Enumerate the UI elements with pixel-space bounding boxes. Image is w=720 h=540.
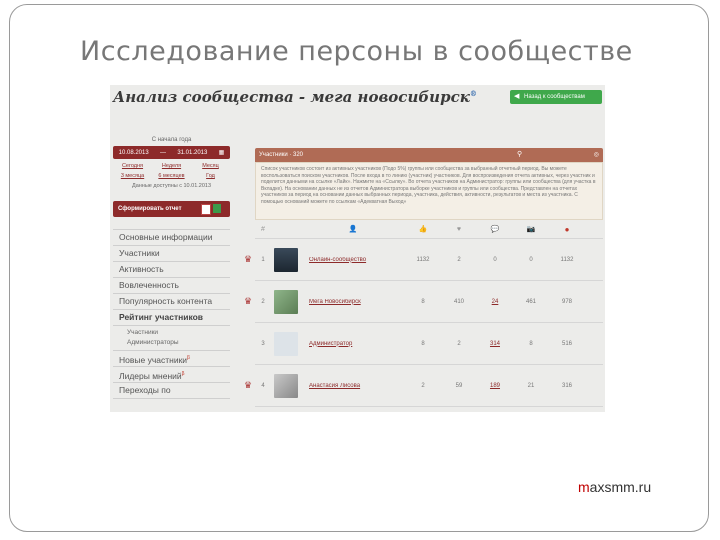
table-row[interactable]: ♛ 4 Анастасия Лисова 2 59 189 21 316 [244,365,603,407]
sidebar-item-new-members[interactable]: Новые участникиβ [113,351,230,367]
calendar-icon[interactable]: ▦ [219,149,225,156]
col-photos-icon[interactable]: 📷 [513,225,549,233]
members-tab-bar: Участники · 320 ⚲ ◎ [255,148,603,162]
value-cell: 2 [421,382,425,389]
value-cell: 1132 [560,256,574,263]
value-cell: 316 [561,382,572,389]
period-link[interactable]: 3 месяца [113,171,152,181]
table-row[interactable]: ♛ 2 Мега Новосибирск 8 410 24 461 978 [244,281,603,323]
period-link[interactable]: 6 месяцев [152,171,191,181]
sidebar-item-members[interactable]: Участники [113,246,230,262]
col-user-icon[interactable]: 👤 [301,225,405,233]
row-rank: 4 [261,382,265,389]
col-comments-icon[interactable]: 💬 [477,225,513,233]
submenu-item-members[interactable]: Участники [127,328,230,338]
period-caption: С начала года [151,137,192,143]
value-cell[interactable]: 189 [477,383,513,389]
date-to[interactable]: 31.01.2013 [177,150,207,156]
member-name-link[interactable]: Мега Новосибирск [301,299,405,305]
sidebar-item-engagement[interactable]: Вовлеченность [113,278,230,294]
screenshot: Анализ сообщества - мега новосибирск® ◀ … [110,85,605,412]
value-cell: 0 [529,256,533,263]
table-body: ♛ 1 Онлайн-сообщество 1132 2 0 0 1132 ♛ 2 Мега Нов… [244,239,603,407]
row-rank: 2 [261,298,265,305]
main-panel: Участники · 320 ⚲ ◎ Список участников со… [244,148,603,407]
tab-members[interactable]: Участники · 320 [259,152,303,158]
value-cell: 8 [421,298,425,305]
footer-brand: maxsmm.ru [578,479,652,495]
date-range-picker[interactable]: 10.08.2013 — 31.01.2013 ▦ [113,146,230,159]
crown-icon: ♛ [243,254,253,264]
value-cell: 978 [561,298,572,305]
data-available-note: Данные доступны с 10.01.2013 [131,183,212,189]
crown-icon: ♛ [243,380,253,390]
table-row[interactable]: ♛ 1 Онлайн-сообщество 1132 2 0 0 1132 [244,239,603,281]
quick-period-links: Сегодня Неделя Месяц 3 месяца 6 месяцев … [113,161,230,181]
value-cell: 410 [453,298,464,305]
value-cell: 0 [493,256,497,263]
value-cell: 1132 [416,256,430,263]
excel-icon[interactable] [213,204,221,213]
member-name-link[interactable]: Анастасия Лисова [301,383,405,389]
arrow-left-icon: ◀ [514,93,520,100]
submenu-item-admins[interactable]: Администраторы [127,338,230,348]
back-to-communities-button[interactable]: ◀ Назад к сообществам [510,90,602,104]
period-link[interactable]: Сегодня [113,161,152,171]
value-cell: 2 [457,340,461,347]
sidebar-submenu: Участники Администраторы [113,326,230,351]
member-name-link[interactable]: Администратор [301,341,405,347]
page-title: Анализ сообщества - мега новосибирск® [113,88,477,106]
period-link[interactable]: Год [191,171,230,181]
col-total-icon[interactable]: ● [549,225,585,234]
date-sep: — [160,149,166,156]
value-cell: 8 [421,340,425,347]
row-rank: 1 [261,256,265,263]
date-from[interactable]: 10.08.2013 [119,150,149,156]
member-name-link[interactable]: Онлайн-сообщество [301,257,405,263]
value-cell: 59 [455,382,463,389]
table-header: # 👤 👍 ♥ 💬 📷 ● [255,220,603,239]
col-rank[interactable]: # [255,226,271,233]
period-link[interactable]: Месяц [191,161,230,171]
sidebar-item-opinion-leaders[interactable]: Лидеры мненийβ [113,367,230,383]
settings-icon[interactable]: ◎ [594,148,599,162]
period-link[interactable]: Неделя [152,161,191,171]
value-cell: 516 [561,340,572,347]
sidebar-item-member-rating[interactable]: Рейтинг участников [113,310,230,326]
sidebar-item-activity[interactable]: Активность [113,262,230,278]
value-cell: 2 [457,256,461,263]
value-cell: 8 [529,340,533,347]
avatar[interactable] [274,373,298,398]
slide-title: Исследование персоны в сообществе [80,36,633,67]
avatar[interactable] [274,289,298,314]
avatar[interactable] [274,331,298,356]
table-row[interactable]: 3 Администратор 8 2 314 8 516 [255,323,603,365]
value-cell: 21 [527,382,535,389]
sidebar: С начала года 10.08.2013 — 31.01.2013 ▦ … [113,137,230,399]
info-text: Список участников состоит из активных уч… [255,162,603,220]
sidebar-item-basic-info[interactable]: Основные информации [113,230,230,246]
value-cell: 461 [525,298,536,305]
col-hearts-icon[interactable]: ♥ [441,226,477,233]
sidebar-item-transitions[interactable]: Переходы по [113,383,230,399]
value-cell[interactable]: 314 [477,341,513,347]
sidebar-menu: Основные информации Участники Активность… [113,229,230,399]
value-cell[interactable]: 24 [477,299,513,305]
crown-icon: ♛ [243,296,253,306]
avatar[interactable] [274,247,298,272]
col-likes-icon[interactable]: 👍 [405,225,441,233]
pdf-icon[interactable] [201,204,211,215]
search-icon[interactable]: ⚲ [517,148,522,162]
sidebar-item-content-popularity[interactable]: Популярность контента [113,294,230,310]
row-rank: 3 [261,340,265,347]
export-report-button[interactable]: Сформировать отчет [113,201,230,217]
